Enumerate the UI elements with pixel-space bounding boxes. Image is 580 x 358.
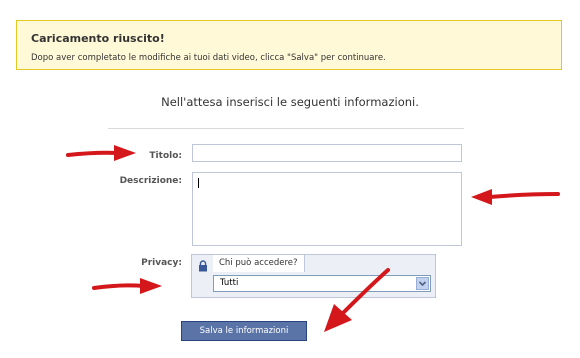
upload-success-notice: Caricamento riuscito! Dopo aver completa… bbox=[16, 20, 562, 70]
privacy-label: Privacy: bbox=[141, 258, 182, 268]
description-textarea[interactable] bbox=[192, 172, 462, 246]
page-heading: Nell'attesa inserisci le seguenti inform… bbox=[161, 95, 419, 109]
notice-text: Dopo aver completato le modifiche ai tuo… bbox=[31, 53, 386, 63]
text-caret bbox=[198, 178, 199, 188]
divider bbox=[108, 128, 464, 129]
red-arrow-icon bbox=[66, 145, 136, 161]
privacy-selector: Chi può accedere? Tutti bbox=[191, 254, 436, 298]
red-arrow-icon bbox=[92, 278, 162, 294]
lock-icon bbox=[199, 260, 207, 272]
description-label: Descrizione: bbox=[119, 176, 182, 186]
notice-title: Caricamento riuscito! bbox=[31, 32, 165, 45]
dropdown-button[interactable] bbox=[416, 277, 429, 290]
save-info-button[interactable]: Salva le informazioni bbox=[181, 321, 307, 341]
red-arrow-icon bbox=[471, 189, 560, 205]
chevron-down-icon bbox=[418, 281, 427, 287]
privacy-tab[interactable]: Chi può accedere? bbox=[213, 255, 305, 272]
red-arrow-icon bbox=[324, 268, 390, 332]
privacy-selected-value: Tutti bbox=[220, 278, 239, 288]
title-input[interactable] bbox=[192, 144, 462, 162]
